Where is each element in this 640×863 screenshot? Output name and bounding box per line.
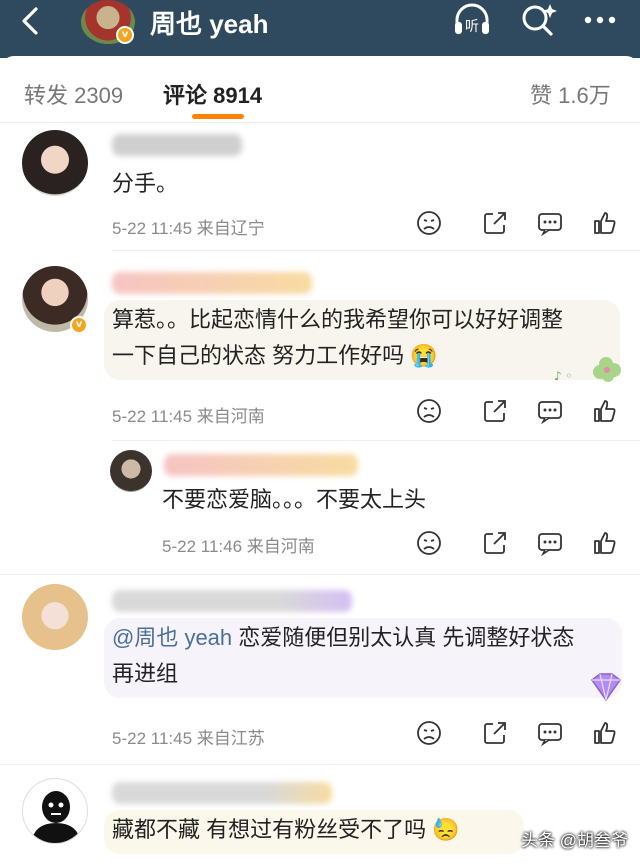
username-blurred[interactable] [112,590,352,612]
avatar[interactable] [22,778,88,844]
reply-icon[interactable] [537,398,563,424]
tab-likes[interactable]: 赞 1.6万 [530,78,611,110]
comment-text-line: @周也 yeah 恋爱随便但别太认真 先调整好状态 [112,620,574,656]
more-icon[interactable] [580,2,620,38]
avatar[interactable] [110,450,152,492]
listen-label: 听 [465,19,479,35]
profile-name[interactable]: 周也 yeah [150,4,269,41]
reply-icon[interactable] [537,530,563,556]
reply-icon[interactable] [537,720,563,746]
silhouette-icon [31,791,81,843]
listen-icon[interactable]: 听 [452,2,492,38]
username-blurred[interactable] [112,134,242,156]
comment-text: 藏都不藏 有想过有粉丝受不了吗 [112,817,427,842]
like-icon[interactable] [592,720,618,746]
username-blurred[interactable] [164,454,358,476]
dislike-face-icon[interactable] [416,530,442,556]
comment-text-line: 藏都不藏 有想过有粉丝受不了吗 😓 [112,812,460,848]
comment-text-line: 再进组 [112,661,179,686]
divider [0,574,640,575]
verified-badge-icon: v [116,26,134,44]
share-icon[interactable] [482,720,508,746]
reply-text: 不要恋爱脑。。。不要太上头 [162,487,427,512]
mention-link[interactable]: @周也 yeah [112,625,232,650]
tab-bar: 转发 2309 评论 8914 赞 1.6万 [0,56,640,124]
comment-item: @周也 yeah 恋爱随便但别太认真 先调整好状态 再进组 5-22 11:45… [0,574,640,760]
dislike-face-icon[interactable] [416,720,442,746]
search-icon[interactable] [518,2,558,38]
svg-text:♪ ◦: ♪ ◦ [554,369,573,383]
watermark: 头条 @胡叁爷 [521,831,628,850]
divider [0,122,640,123]
comment-meta: 5-22 11:45 来自江苏 [112,729,265,748]
tab-comments[interactable]: 评论 8914 [163,78,262,110]
reply-item: 不要恋爱脑。。。不要太上头 5-22 11:46 来自河南 [0,440,640,570]
comment-text-line: 算惹。。比起恋情什么的我希望你可以好好调整 [112,307,564,332]
share-icon[interactable] [482,398,508,424]
share-icon[interactable] [482,530,508,556]
back-icon[interactable] [16,6,46,36]
divider [0,764,640,765]
sweat-emoji-icon: 😓 [432,817,460,842]
tab-reposts[interactable]: 转发 2309 [24,78,123,110]
gem-decoration-icon [590,673,622,702]
comment-meta: 5-22 11:45 来自河南 [112,407,265,426]
comment-text-line: 一下自己的状态 努力工作好吗 😭 [112,338,438,374]
avatar[interactable] [22,584,88,650]
dislike-face-icon[interactable] [416,210,442,236]
comment-meta: 5-22 11:46 来自河南 [162,537,315,556]
reply-icon[interactable] [537,210,563,236]
cry-emoji-icon: 😭 [410,343,438,368]
like-icon[interactable] [592,210,618,236]
comment-text: 恋爱随便但别太认真 先调整好状态 [232,625,575,650]
like-icon[interactable] [592,398,618,424]
username-blurred[interactable] [112,272,312,294]
comment-meta: 5-22 11:45 来自辽宁 [112,219,265,238]
avatar[interactable] [22,130,88,196]
comment-item: 分手。 5-22 11:45 来自辽宁 [0,124,640,254]
dislike-face-icon[interactable] [416,398,442,424]
comment-item: v 算惹。。比起恋情什么的我希望你可以好好调整 一下自己的状态 努力工作好吗 😭… [0,258,640,438]
divider [112,250,640,251]
active-tab-indicator [192,114,244,119]
verified-badge-icon: v [70,316,88,334]
comment-text: 分手。 [112,171,179,196]
top-bar: v 周也 yeah 听 [0,0,640,58]
like-icon[interactable] [592,530,618,556]
share-icon[interactable] [482,210,508,236]
divider [112,440,640,441]
username-blurred[interactable] [112,782,332,804]
clover-decoration-icon: ♪ ◦ [554,357,621,383]
comment-text: 一下自己的状态 努力工作好吗 [112,343,405,368]
